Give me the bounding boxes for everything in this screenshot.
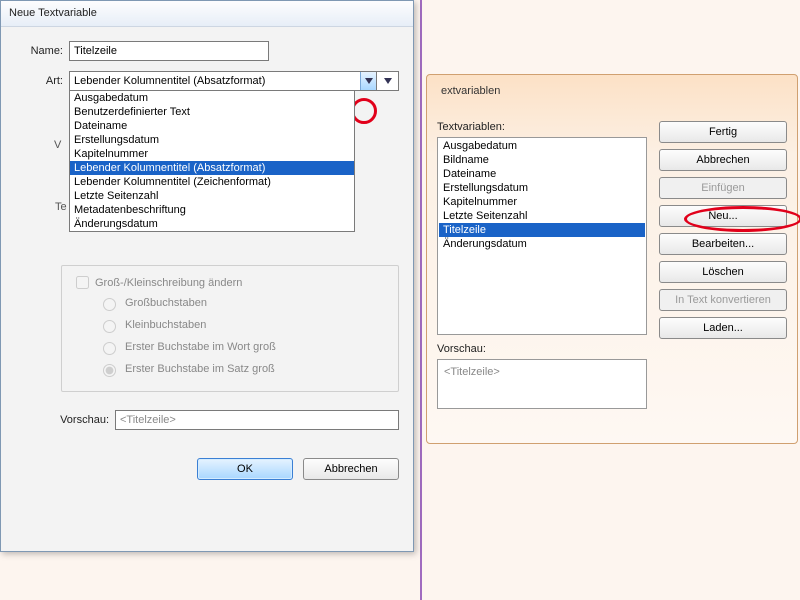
edit-button[interactable]: Bearbeiten... — [659, 233, 787, 255]
dropdown-option[interactable]: Änderungsdatum — [70, 217, 354, 231]
list-item[interactable]: Erstellungsdatum — [439, 181, 645, 195]
list-item[interactable]: Dateiname — [439, 167, 645, 181]
radio-label: Erster Buchstabe im Satz groß — [125, 363, 275, 375]
list-item[interactable]: Kapitelnummer — [439, 195, 645, 209]
chevron-down-icon[interactable] — [360, 72, 376, 90]
hidden-row-label: V — [54, 139, 61, 151]
dropdown-option[interactable]: Ausgabedatum — [70, 91, 354, 105]
uppercase-radio[interactable] — [103, 298, 116, 311]
dropdown-option[interactable]: Dateiname — [70, 119, 354, 133]
cancel-button[interactable]: Abbrechen — [659, 149, 787, 171]
change-case-label: Groß-/Kleinschreibung ändern — [95, 277, 242, 289]
options-group: Groß-/Kleinschreibung ändern Großbuchsta… — [61, 265, 399, 392]
change-case-checkbox[interactable] — [76, 276, 89, 289]
preview-label: Vorschau: — [437, 343, 647, 355]
list-item[interactable]: Titelzeile — [439, 223, 645, 237]
hidden-row-label: Te — [55, 201, 67, 213]
name-label: Name: — [15, 45, 69, 57]
list-item[interactable]: Letzte Seitenzahl — [439, 209, 645, 223]
type-value: Lebender Kolumnentitel (Absatzformat) — [70, 75, 360, 87]
new-text-variable-dialog: Neue Textvariable Name: Art: Lebender Ko… — [0, 0, 414, 552]
new-button[interactable]: Neu... — [659, 205, 787, 227]
list-item[interactable]: Änderungsdatum — [439, 237, 645, 251]
list-label: Textvariablen: — [437, 121, 647, 133]
type-label: Art: — [15, 75, 69, 87]
name-input[interactable] — [69, 41, 269, 61]
delete-button[interactable]: Löschen — [659, 261, 787, 283]
first-word-radio[interactable] — [103, 342, 116, 355]
type-dropdown-list[interactable]: Ausgabedatum Benutzerdefinierter Text Da… — [69, 90, 355, 232]
convert-button[interactable]: In Text konvertieren — [659, 289, 787, 311]
dropdown-option[interactable]: Kapitelnummer — [70, 147, 354, 161]
list-item[interactable]: Bildname — [439, 153, 645, 167]
dropdown-option[interactable]: Erstellungsdatum — [70, 133, 354, 147]
done-button[interactable]: Fertig — [659, 121, 787, 143]
radio-label: Großbuchstaben — [125, 297, 207, 309]
text-variables-listbox[interactable]: Ausgabedatum Bildname Dateiname Erstellu… — [437, 137, 647, 335]
preview-input — [115, 410, 399, 430]
dropdown-option[interactable]: Letzte Seitenzahl — [70, 189, 354, 203]
insert-button[interactable]: Einfügen — [659, 177, 787, 199]
radio-label: Kleinbuchstaben — [125, 319, 206, 331]
type-dropdown[interactable]: Lebender Kolumnentitel (Absatzformat) Au… — [69, 71, 377, 91]
list-item[interactable]: Ausgabedatum — [439, 139, 645, 153]
dropdown-option[interactable]: Lebender Kolumnentitel (Absatzformat) — [70, 161, 354, 175]
dropdown-option[interactable]: Lebender Kolumnentitel (Zeichenformat) — [70, 175, 354, 189]
dropdown-option[interactable]: Metadatenbeschriftung — [70, 203, 354, 217]
text-variables-dialog: extvariablen Textvariablen: Ausgabedatum… — [426, 74, 798, 444]
load-button[interactable]: Laden... — [659, 317, 787, 339]
radio-label: Erster Buchstabe im Wort groß — [125, 341, 276, 353]
ok-button[interactable]: OK — [197, 458, 293, 480]
dropdown-option[interactable]: Benutzerdefinierter Text — [70, 105, 354, 119]
lowercase-radio[interactable] — [103, 320, 116, 333]
preview-box: <Titelzeile> — [437, 359, 647, 409]
dialog-title: extvariablen — [437, 81, 787, 111]
dropdown-stub[interactable] — [377, 71, 399, 91]
preview-label: Vorschau: — [15, 414, 115, 426]
first-sentence-radio[interactable] — [103, 364, 116, 377]
dialog-title: Neue Textvariable — [1, 1, 413, 27]
cancel-button[interactable]: Abbrechen — [303, 458, 399, 480]
